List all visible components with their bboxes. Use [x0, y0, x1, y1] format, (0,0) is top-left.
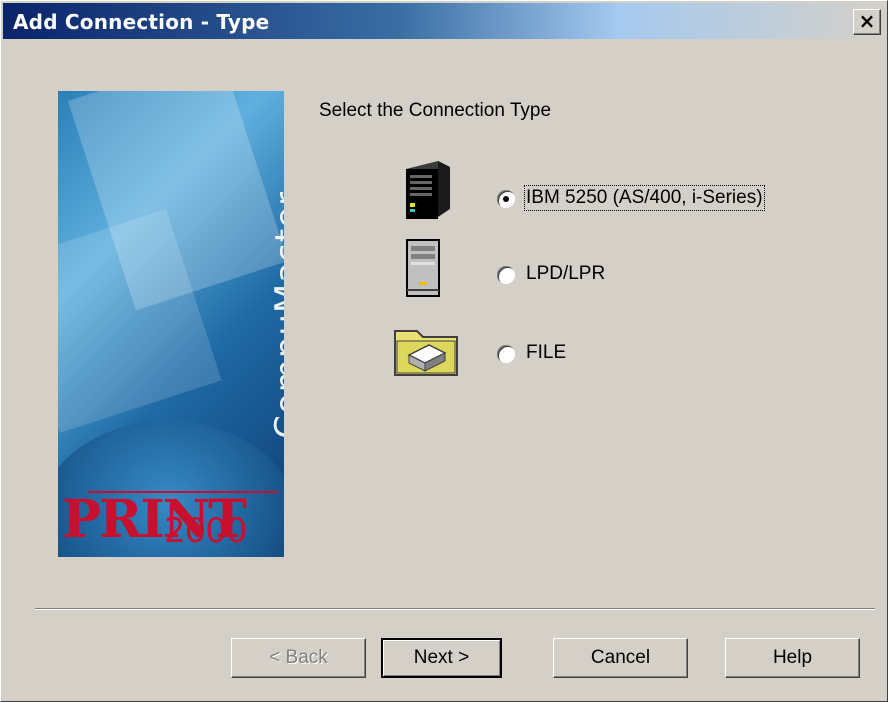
footer-separator	[35, 608, 875, 610]
option-label-ibm-5250[interactable]: IBM 5250 (AS/400, i-Series)	[524, 185, 765, 211]
radio-selected-dot	[503, 196, 509, 202]
logo-year-text: 2000	[164, 511, 248, 551]
next-button[interactable]: Next >	[381, 638, 502, 678]
radio-lpd-lpr[interactable]	[497, 266, 515, 284]
cancel-button[interactable]: Cancel	[553, 638, 688, 678]
add-connection-dialog: Add Connection - Type × CompuMaster PRIN…	[0, 0, 888, 702]
radio-ibm-5250[interactable]	[497, 190, 515, 208]
help-button[interactable]: Help	[725, 638, 860, 678]
computer-tower-grey-icon	[405, 238, 441, 303]
server-tower-black-icon	[398, 159, 458, 226]
product-banner: CompuMaster PRINT 2000	[58, 91, 284, 557]
page-heading: Select the Connection Type	[319, 100, 552, 121]
option-label-lpd-lpr[interactable]: LPD/LPR	[526, 263, 605, 285]
folder-printer-icon	[391, 323, 461, 384]
option-label-file[interactable]: FILE	[526, 342, 566, 364]
back-button[interactable]: < Back	[231, 638, 366, 678]
product-name-text: CompuMaster	[268, 191, 284, 439]
title-bar[interactable]: Add Connection - Type ×	[3, 3, 885, 39]
window-title: Add Connection - Type	[13, 10, 270, 34]
close-button[interactable]: ×	[853, 9, 881, 35]
radio-file[interactable]	[497, 345, 515, 363]
